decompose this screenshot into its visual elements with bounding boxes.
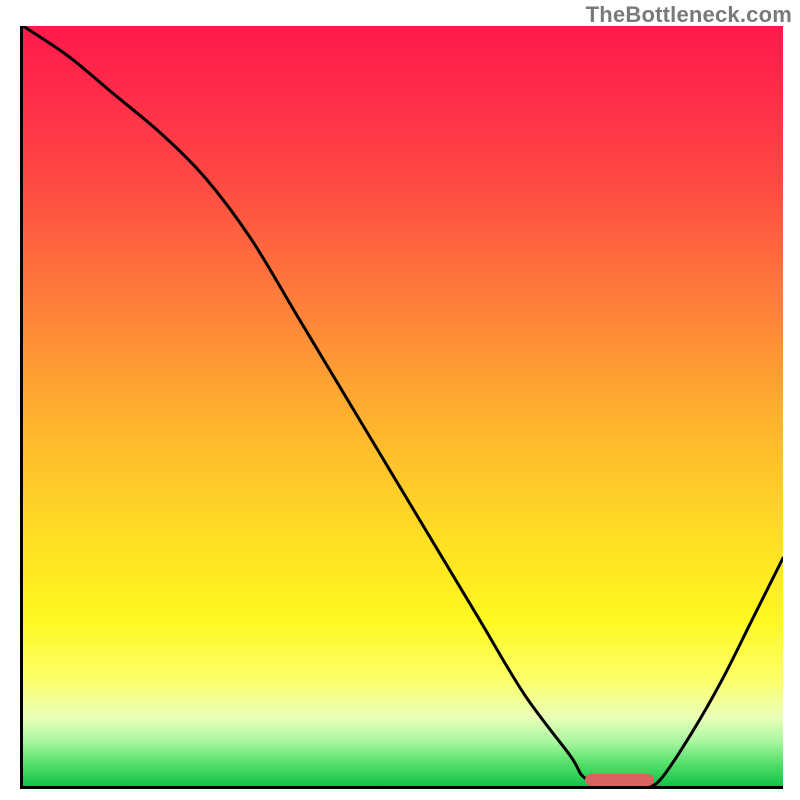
watermark-text: TheBottleneck.com <box>586 2 792 28</box>
chart-canvas: TheBottleneck.com <box>0 0 800 800</box>
optimal-range-marker <box>585 774 653 786</box>
bottleneck-curve <box>23 26 783 786</box>
plot-area <box>20 26 783 789</box>
